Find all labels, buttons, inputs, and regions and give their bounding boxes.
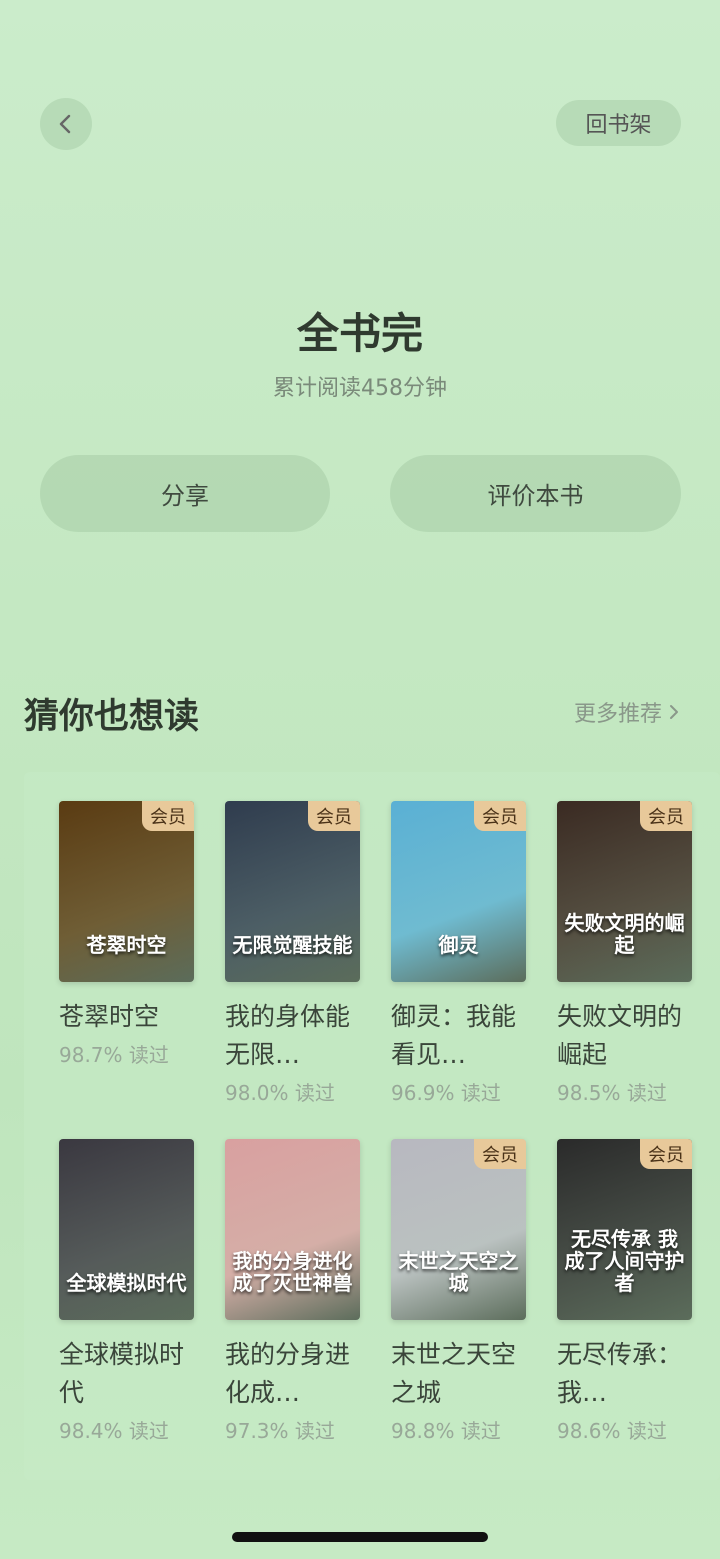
chevron-right-icon	[670, 705, 679, 719]
vip-badge: 会员	[474, 801, 526, 831]
chevron-left-icon	[59, 114, 71, 134]
book-title[interactable]: 全球模拟时代	[59, 1336, 199, 1412]
book-read-rate: 98.5% 读过	[557, 1081, 667, 1105]
book-read-rate: 98.6% 读过	[557, 1419, 667, 1443]
book-card[interactable]: 御灵 会员御灵：我能看见… 96.9% 读过	[391, 801, 531, 1112]
book-cover-title: 苍翠时空	[86, 933, 167, 957]
book-cover[interactable]: 全球模拟时代	[59, 1139, 194, 1320]
book-read-rate: 98.7% 读过	[59, 1043, 169, 1067]
book-cover[interactable]: 苍翠时空 会员	[59, 801, 194, 982]
book-cover-title: 无限觉醒技能	[232, 933, 353, 957]
vip-badge: 会员	[640, 1139, 692, 1169]
book-title[interactable]: 苍翠时空	[59, 998, 199, 1036]
book-read-rate: 98.8% 读过	[391, 1419, 501, 1443]
book-cover-title: 全球模拟时代	[66, 1271, 187, 1295]
review-book-button[interactable]: 评价本书	[390, 455, 681, 532]
book-card[interactable]: 全球模拟时代 全球模拟时代 98.4% 读过	[59, 1139, 199, 1450]
book-read-rate: 97.3% 读过	[225, 1419, 335, 1443]
book-cover-title: 我的分身进化成了灭世神兽	[232, 1249, 353, 1295]
book-card[interactable]: 苍翠时空 会员苍翠时空 98.7% 读过	[59, 801, 199, 1074]
book-read-rate: 96.9% 读过	[391, 1081, 501, 1105]
vip-badge: 会员	[640, 801, 692, 831]
back-button[interactable]	[40, 98, 92, 150]
vip-badge: 会员	[142, 801, 194, 831]
back-to-shelf-button[interactable]: 回书架	[556, 100, 681, 146]
vip-badge: 会员	[474, 1139, 526, 1169]
book-title[interactable]: 无尽传承：我…	[557, 1336, 697, 1412]
book-cover-title: 无尽传承 我成了人间守护者	[564, 1227, 685, 1295]
share-button[interactable]: 分享	[40, 455, 330, 532]
book-title[interactable]: 御灵：我能看见…	[391, 998, 531, 1074]
book-card[interactable]: 失败文明的崛起 会员失败文明的崛起 98.5% 读过	[557, 801, 697, 1112]
book-title[interactable]: 我的分身进化成…	[225, 1336, 365, 1412]
recommend-section-title: 猜你也想读	[24, 697, 200, 737]
vip-badge: 会员	[308, 801, 360, 831]
book-cover-title: 失败文明的崛起	[564, 911, 685, 957]
book-read-rate: 98.0% 读过	[225, 1081, 335, 1105]
book-title[interactable]: 失败文明的崛起	[557, 998, 697, 1074]
book-card[interactable]: 末世之天空之城 会员末世之天空之城 98.8% 读过	[391, 1139, 531, 1450]
book-card[interactable]: 无尽传承 我成了人间守护者 会员无尽传承：我… 98.6% 读过	[557, 1139, 697, 1450]
book-read-rate: 98.4% 读过	[59, 1419, 169, 1443]
book-cover-title: 末世之天空之城	[398, 1249, 519, 1295]
book-cover[interactable]: 我的分身进化成了灭世神兽	[225, 1139, 360, 1320]
book-cover[interactable]: 御灵 会员	[391, 801, 526, 982]
book-title[interactable]: 末世之天空之城	[391, 1336, 531, 1412]
book-card[interactable]: 无限觉醒技能 会员我的身体能无限… 98.0% 读过	[225, 801, 365, 1112]
book-title[interactable]: 我的身体能无限…	[225, 998, 365, 1074]
more-recommend-link[interactable]: 更多推荐	[574, 696, 680, 728]
book-card[interactable]: 我的分身进化成了灭世神兽我的分身进化成… 97.3% 读过	[225, 1139, 365, 1450]
book-cover[interactable]: 无尽传承 我成了人间守护者 会员	[557, 1139, 692, 1320]
more-recommend-label: 更多推荐	[574, 702, 663, 727]
book-cover[interactable]: 末世之天空之城 会员	[391, 1139, 526, 1320]
book-cover[interactable]: 失败文明的崛起 会员	[557, 801, 692, 982]
read-time-text: 累计阅读458分钟	[273, 376, 447, 401]
book-cover-title: 御灵	[438, 933, 479, 957]
finish-title: 全书完	[296, 309, 423, 358]
home-indicator[interactable]	[232, 1532, 488, 1542]
book-cover[interactable]: 无限觉醒技能 会员	[225, 801, 360, 982]
